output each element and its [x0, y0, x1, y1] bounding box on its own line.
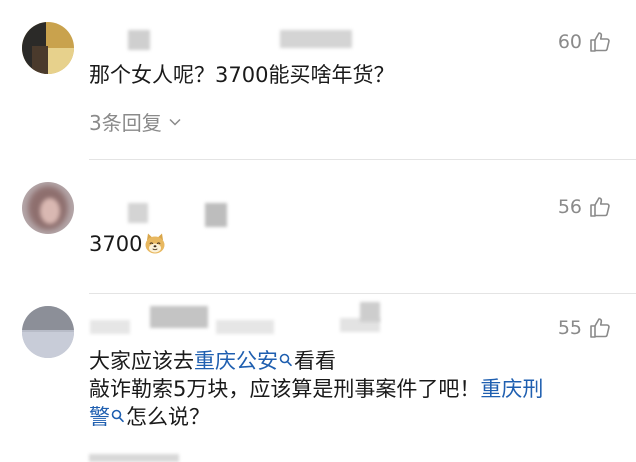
search-icon — [279, 353, 292, 367]
username-redacted — [150, 306, 208, 328]
comment-text-part: 怎么说？ — [126, 405, 210, 429]
comment-text-row: 3700 — [89, 230, 614, 258]
username-redacted — [280, 30, 352, 48]
replies-count-label: 3条回复 — [89, 111, 162, 135]
username-redacted — [216, 320, 274, 334]
username-redacted — [128, 203, 148, 223]
username-redacted — [360, 302, 380, 322]
avatar[interactable] — [22, 182, 74, 234]
topic-link-label: 重庆刑 — [480, 377, 544, 401]
comment-text: 大家应该去重庆公安 看看 敲诈勒索5万块，应该算是刑事案件了吧！重庆刑 警怎么说？ — [89, 347, 614, 431]
comment-text: 3700 — [89, 232, 143, 256]
chevron-down-icon — [169, 118, 181, 126]
username-redacted — [90, 320, 130, 334]
avatar[interactable] — [22, 306, 74, 358]
thumbs-up-icon — [590, 318, 610, 338]
comment-text-part: 大家应该去 — [89, 349, 194, 373]
username-redacted — [205, 203, 227, 227]
username-redacted — [128, 30, 150, 50]
avatar[interactable] — [22, 22, 74, 74]
comment-text-part: 敲诈勒索5万块，应该算是刑事案件了吧！ — [89, 377, 481, 401]
like-button[interactable]: 60 — [558, 30, 612, 54]
doge-face-icon — [145, 233, 165, 254]
comment-item-2: 56 3700 — [0, 160, 636, 295]
topic-link-chongqing-police[interactable]: 重庆公安 — [194, 349, 294, 373]
search-icon — [111, 409, 124, 423]
thumbs-up-icon — [590, 32, 610, 52]
like-count: 55 — [557, 317, 582, 339]
comment-item-1: 60 那个女人呢？3700能买啥年货？ 3条回复 — [0, 0, 636, 160]
comment-text-part: 看看 — [294, 349, 336, 373]
topic-link-chongqing-criminal-police-cont[interactable]: 警 — [89, 405, 126, 429]
like-button[interactable]: 55 — [558, 316, 612, 340]
like-button[interactable]: 56 — [558, 195, 612, 219]
topic-link-label: 警 — [89, 405, 110, 429]
view-replies-button[interactable]: 3条回复 — [89, 107, 182, 136]
thumbs-up-icon — [590, 197, 610, 217]
topic-link-chongqing-criminal-police[interactable]: 重庆刑 — [480, 377, 543, 401]
comment-item-3: 55 大家应该去重庆公安 看看 敲诈勒索5万块，应该算是刑事案件了吧！重庆刑 警怎… — [0, 294, 636, 462]
comment-text: 那个女人呢？3700能买啥年货？ — [89, 63, 395, 87]
like-count: 56 — [557, 196, 582, 218]
topic-link-label: 重庆公安 — [194, 349, 278, 373]
like-count: 60 — [557, 31, 582, 53]
